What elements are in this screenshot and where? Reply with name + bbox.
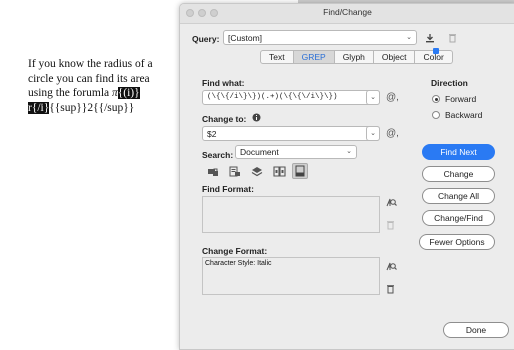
chevron-down-icon: ⌄ xyxy=(370,94,376,101)
find-format-box[interactable] xyxy=(202,196,380,233)
chevron-down-icon: ⌄ xyxy=(370,130,376,137)
specify-change-format-icon[interactable] xyxy=(386,261,397,275)
tab-glyph[interactable]: Glyph xyxy=(334,50,374,64)
selected-text-1: {(i)} xyxy=(117,87,140,99)
search-type-tabs: Text GREP Glyph Object Color xyxy=(260,50,453,64)
change-to-value: $2 xyxy=(207,129,217,139)
document-line-3: using the forumla π{(i)} xyxy=(28,86,173,101)
document-line-3-text: using the forumla xyxy=(28,87,112,99)
fewer-options-button[interactable]: Fewer Options xyxy=(419,234,495,250)
done-button[interactable]: Done xyxy=(443,322,509,338)
chevron-down-icon: ⌄ xyxy=(346,148,352,155)
specify-find-format-icon[interactable] xyxy=(386,197,397,211)
search-scope-value: Document xyxy=(240,147,279,157)
chevron-down-icon: ⌄ xyxy=(406,34,412,41)
find-what-value: (\{\{/i\}\})(.+)(\{\{\/i\}\}) xyxy=(207,93,338,101)
clear-change-format-icon[interactable] xyxy=(386,284,395,297)
direction-label: Direction xyxy=(431,78,468,88)
search-scope-select[interactable]: Document ⌄ xyxy=(235,145,357,159)
document-line-4: r{/i}{{sup}}2{{/sup}} xyxy=(28,101,173,116)
change-format-box[interactable]: Character Style: Italic xyxy=(202,257,380,295)
special-characters-icon[interactable]: @, xyxy=(386,129,399,139)
change-format-label: Change Format: xyxy=(202,246,268,256)
change-to-input[interactable]: $2 xyxy=(202,126,380,141)
find-change-dialog: Find/Change Query: [Custom] ⌄ Text GREP … xyxy=(179,3,514,350)
tab-object[interactable]: Object xyxy=(373,50,416,64)
clear-find-format-icon xyxy=(386,220,395,233)
change-all-button[interactable]: Change All xyxy=(422,188,495,204)
find-format-label: Find Format: xyxy=(202,184,254,194)
dialog-title: Find/Change xyxy=(323,7,372,17)
save-query-icon[interactable] xyxy=(425,33,435,46)
include-footnotes-toggle[interactable] xyxy=(292,163,308,179)
tab-grep[interactable]: GREP xyxy=(293,50,335,64)
include-locked-layers-icon[interactable] xyxy=(207,166,219,180)
tab-text[interactable]: Text xyxy=(260,50,294,64)
dialog-titlebar: Find/Change xyxy=(180,4,514,24)
document-line-2: circle you can find its area xyxy=(28,72,150,85)
find-next-button[interactable]: Find Next xyxy=(422,144,495,160)
find-what-label: Find what: xyxy=(202,78,245,88)
info-icon[interactable] xyxy=(252,113,261,124)
query-label: Query: xyxy=(192,34,220,44)
document-line-1: If you know the radius of a xyxy=(28,58,153,70)
include-master-pages-icon[interactable] xyxy=(273,166,286,180)
change-to-label: Change to: xyxy=(202,114,247,124)
change-find-button[interactable]: Change/Find xyxy=(422,210,495,226)
query-select[interactable]: [Custom] ⌄ xyxy=(223,30,417,45)
include-locked-stories-icon[interactable] xyxy=(229,166,241,180)
include-hidden-layers-icon[interactable] xyxy=(251,166,263,180)
direction-forward-label: Forward xyxy=(445,94,477,104)
change-format-value: Character Style: Italic xyxy=(205,260,272,267)
search-label: Search: xyxy=(202,150,234,160)
color-tab-indicator xyxy=(433,48,439,54)
document-line-4-text: {{sup}}2{{/sup}} xyxy=(49,101,135,114)
find-what-input[interactable]: (\{\{/i\}\})(.+)(\{\{\/i\}\}) xyxy=(202,90,380,105)
direction-backward-radio[interactable] xyxy=(432,111,440,119)
find-what-history-button[interactable]: ⌄ xyxy=(366,90,380,105)
delete-query-icon[interactable] xyxy=(448,33,457,46)
direction-forward-radio[interactable] xyxy=(432,95,440,103)
selected-text-2: r{/i} xyxy=(28,101,50,114)
change-to-history-button[interactable]: ⌄ xyxy=(366,126,380,141)
change-button[interactable]: Change xyxy=(422,166,495,182)
footnotes-icon xyxy=(295,165,305,177)
direction-backward-label: Backward xyxy=(445,110,483,120)
query-value: [Custom] xyxy=(228,33,263,43)
document-text: If you know the radius of a circle you c… xyxy=(28,57,173,115)
special-characters-icon[interactable]: @, xyxy=(386,93,399,103)
pi-symbol: π xyxy=(112,87,118,99)
